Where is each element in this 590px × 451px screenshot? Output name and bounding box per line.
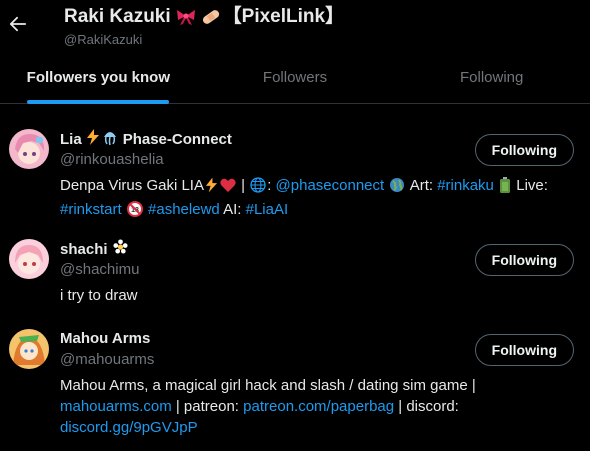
following-button[interactable]: Following <box>474 334 574 366</box>
bio-text: i try to draw <box>60 287 138 304</box>
hashtag-link[interactable]: #rinkaku <box>437 177 494 194</box>
tab-followers-you-know[interactable]: Followers you know <box>0 52 197 104</box>
back-button[interactable] <box>3 9 33 39</box>
page-title: Raki Kazuki 【PixelLink】 <box>64 5 344 29</box>
user-name-suffix: Phase-Connect <box>122 131 232 148</box>
hashtag-link[interactable]: #rinkstart <box>60 201 122 218</box>
hashtag-link[interactable]: #LiaAI <box>246 201 289 218</box>
user-name[interactable]: shachi <box>60 239 129 260</box>
battery-emoji-icon <box>499 177 511 199</box>
flower-emoji-icon <box>113 239 128 260</box>
no-under-18-emoji-icon: 18 <box>126 201 143 223</box>
bio-text: AI: <box>219 201 246 218</box>
tab-label: Followers you know <box>26 69 171 86</box>
profile-name-suffix: 【PixelLink】 <box>222 6 345 27</box>
tab-label: Following <box>459 69 524 86</box>
bio-text: | discord: <box>394 398 459 415</box>
following-button[interactable]: Following <box>474 134 574 166</box>
back-arrow-icon <box>9 16 27 32</box>
bio-text: | patreon: <box>171 398 244 415</box>
ribbon-emoji-icon <box>175 8 197 26</box>
user-bio: i try to draw <box>60 285 560 306</box>
website-link[interactable]: mahouarms.com <box>60 398 172 415</box>
bio-text: | <box>236 177 250 194</box>
profile-handle: @RakiKazuki <box>64 32 143 47</box>
user-name-text: Mahou Arms <box>60 330 151 347</box>
tab-label: Followers <box>262 69 328 86</box>
bio-text: : <box>267 177 276 194</box>
tab-followers[interactable]: Followers <box>197 52 394 103</box>
patreon-link[interactable]: patreon.com/paperbag <box>243 398 394 415</box>
user-handle: @rinkouashelia <box>60 151 164 168</box>
user-bio: Denpa Virus Gaki LIA | : @phaseconnect A… <box>60 175 560 223</box>
avatar[interactable] <box>9 129 49 169</box>
globe-emoji-icon <box>389 177 405 199</box>
hashtag-link[interactable]: #ashelewd <box>148 201 220 218</box>
bio-text: Denpa Virus Gaki LIA <box>60 177 204 194</box>
active-tab-indicator <box>27 100 170 104</box>
jellyfish-emoji-icon <box>102 129 118 151</box>
title-block: Raki Kazuki 【PixelLink】 @RakiKazuki <box>64 5 344 49</box>
user-handle: @mahouarms <box>60 351 155 368</box>
user-handle: @shachimu <box>60 261 140 278</box>
user-name[interactable]: Lia Phase-Connect <box>60 129 232 151</box>
discord-link[interactable]: discord.gg/9pGVJpP <box>60 419 198 436</box>
user-name-text: shachi <box>60 240 108 258</box>
bio-text: Live: <box>512 177 548 194</box>
globe-emoji-icon <box>250 177 266 199</box>
avatar[interactable] <box>9 329 49 369</box>
bio-text: Art: <box>406 177 438 194</box>
tab-bar: Followers you know Followers Following <box>0 52 590 104</box>
mention-link[interactable]: @phaseconnect <box>276 177 385 194</box>
bio-text: Mahou Arms, a magical girl hack and slas… <box>60 377 476 394</box>
avatar[interactable] <box>9 239 49 279</box>
user-bio: Mahou Arms, a magical girl hack and slas… <box>60 375 560 438</box>
lightning-emoji-icon <box>205 177 218 199</box>
user-name-text: Lia <box>60 131 82 148</box>
profile-name: Raki Kazuki <box>64 6 171 27</box>
following-button[interactable]: Following <box>474 244 574 276</box>
profile-header: Raki Kazuki 【PixelLink】 @RakiKazuki <box>0 0 590 52</box>
lightning-emoji-icon <box>86 129 100 151</box>
tab-following[interactable]: Following <box>393 52 590 103</box>
bandage-emoji-icon <box>201 8 221 26</box>
heart-emoji-icon <box>220 178 236 199</box>
user-name[interactable]: Mahou Arms <box>60 329 150 349</box>
